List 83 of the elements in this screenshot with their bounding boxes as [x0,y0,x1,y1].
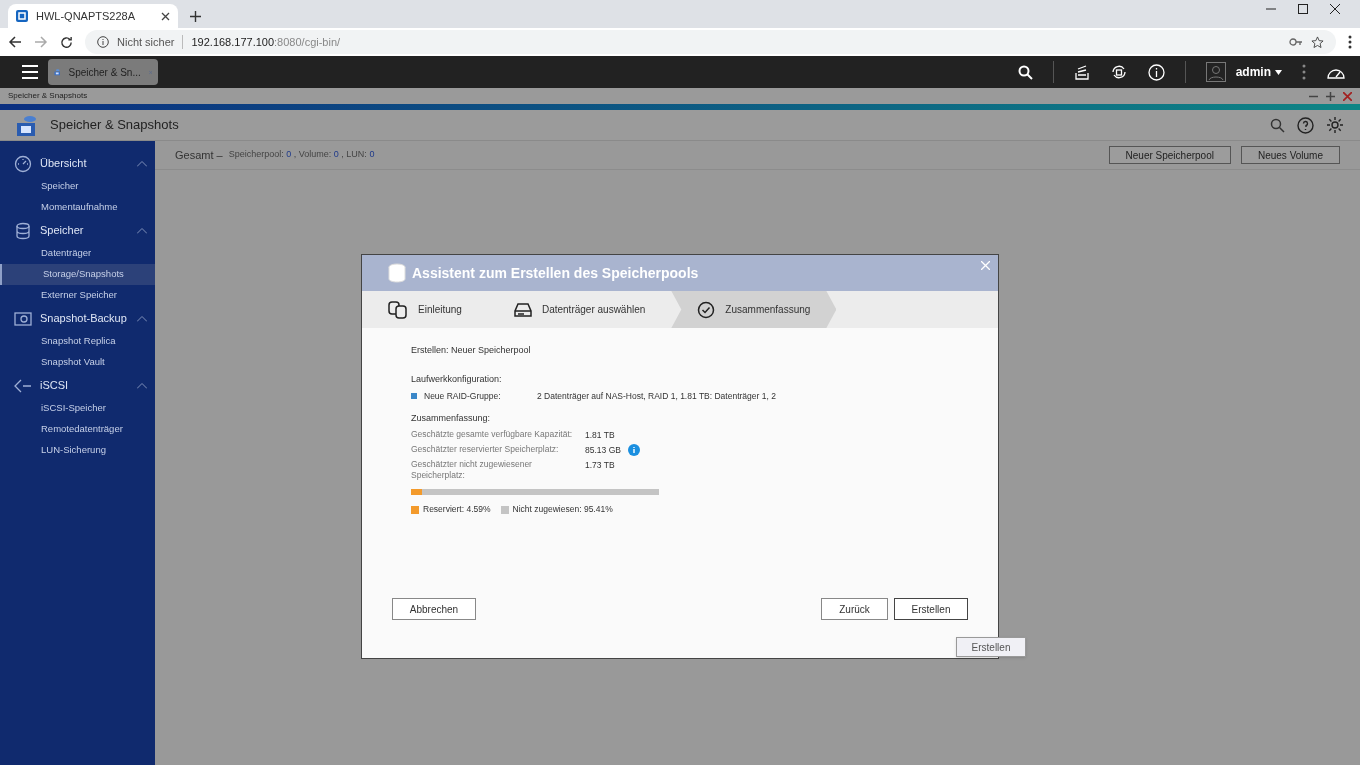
close-icon[interactable] [1330,4,1340,14]
user-menu[interactable]: admin [1235,63,1271,81]
wizard-step[interactable]: Einleitung [362,291,488,328]
summary-value: 1.73 TB [585,459,616,472]
dialog-button[interactable]: Zurück [821,598,888,620]
new-tab-icon[interactable] [190,11,201,22]
section-heading: Erstellen: Neuer Speicherpool [411,344,532,357]
dialog-title: Assistent zum Erstellen des Speicherpools [412,263,700,283]
connection-icon [14,377,32,394]
security-label: Nicht sicher [117,34,175,50]
summary-label: Geschätzte gesamte verfügbare Kapazität: [411,429,574,441]
database-icon [388,263,406,283]
settings-icon[interactable] [1326,116,1344,134]
sidebar-item[interactable]: Datenträger [0,243,155,264]
dialog-button[interactable]: Erstellen [894,598,968,620]
summary-value: 1.81 TB [585,429,616,442]
chevron-icon [137,227,147,234]
close-icon[interactable] [161,11,170,21]
raid-group-value: 2 Datenträger auf NAS-Host, RAID 1, 1.81 TB: Datenträger 1, 2 [537,390,776,403]
sidebar-item[interactable]: Speicher [0,176,155,197]
key-icon[interactable] [1289,37,1303,47]
chevron-icon [137,160,147,167]
disks-icon [388,300,408,319]
wizard-step[interactable]: Datenträger auswählen [487,291,672,328]
summary-title: Gesamt – [175,147,223,163]
app-title: Speicher & Snapshots [50,116,179,135]
chevron-icon [137,315,147,322]
app-tab[interactable]: Speicher & Sn... [48,59,158,85]
sidebar-group[interactable]: iSCSI [0,373,155,398]
chevron-icon [137,382,147,389]
section-heading: Zusammenfassung: [411,411,492,425]
maximize-icon[interactable] [1298,4,1308,14]
legend-label: Nicht zugewiesen: 95.41% [512,503,613,516]
avatar-icon[interactable] [1205,62,1226,82]
help-icon[interactable] [1297,116,1314,134]
sidebar-group[interactable]: Übersicht [0,151,155,176]
back-icon[interactable] [8,35,22,49]
tasks-icon[interactable] [1073,64,1090,80]
drive-icon [513,302,532,317]
info-icon [97,36,109,48]
sidebar-item[interactable]: Snapshot Vault [0,352,155,373]
sidebar-item[interactable]: LUN-Sicherung [0,440,155,461]
check-circle-icon [697,300,716,319]
app-window-title: Speicher & Snapshots [8,90,88,102]
sidebar-item[interactable]: iSCSI-Speicher [0,398,155,419]
plus-icon[interactable] [1326,91,1335,101]
summary-value: 85.13 GB [585,444,622,457]
more-icon[interactable] [1348,35,1352,49]
raid-group-label: Neue RAID-Gruppe: [424,390,502,403]
app-tab-label: Speicher & Sn... [68,65,141,80]
storage-icon [16,114,38,136]
camera-icon [14,310,32,327]
sidebar-item[interactable]: Momentaufnahme [0,197,155,218]
gauge-icon [14,154,32,173]
cancel-button[interactable]: Abbrechen [392,598,476,620]
info-icon[interactable] [1147,63,1165,81]
sidebar-item[interactable]: Storage/Snapshots [0,264,155,285]
tooltip: Erstellen [956,637,1026,657]
toolbar-button[interactable]: Neuer Speicherpool [1108,146,1231,164]
database-icon [14,221,32,240]
reload-icon[interactable] [60,35,73,49]
address-field[interactable]: Nicht sicher 192.168.177.100:8080/cgi-bin/ [85,30,1336,54]
summary-stats: Speicherpool: 0 , Volume: 0 , LUN: 0 [228,148,375,162]
sidebar-group[interactable]: Speicher [0,218,155,243]
tab-title: HWL-QNAPTS228A [36,8,137,24]
toolbar-button[interactable]: Neues Volume [1240,146,1340,164]
star-icon[interactable] [1311,35,1324,49]
caret-icon [1275,69,1282,75]
sidebar-item[interactable]: Externer Speicher [0,285,155,306]
section-heading: Laufwerkkonfiguration: [411,372,503,386]
menu-icon[interactable] [22,65,38,79]
sidebar-item[interactable]: Remotedatenträger [0,419,155,440]
sidebar-item[interactable]: Snapshot Replica [0,331,155,352]
browser-tab[interactable]: HWL-QNAPTS228A [8,4,178,28]
wizard-step[interactable]: Zusammenfassung [671,291,837,328]
url-text: 192.168.177.100:8080/cgi-bin/ [191,34,341,50]
sync-icon[interactable] [1109,63,1128,81]
app-logo-icon [16,10,28,22]
search-icon[interactable] [1017,64,1033,80]
summary-label: Geschätzter nicht zugewiesener Speicherplatz: [411,459,533,482]
sidebar-group[interactable]: Snapshot-Backup [0,306,155,331]
summary-label: Geschätzter reservierter Speicherplatz: [411,444,560,456]
legend-label: Reserviert: 4.59% [423,503,491,516]
